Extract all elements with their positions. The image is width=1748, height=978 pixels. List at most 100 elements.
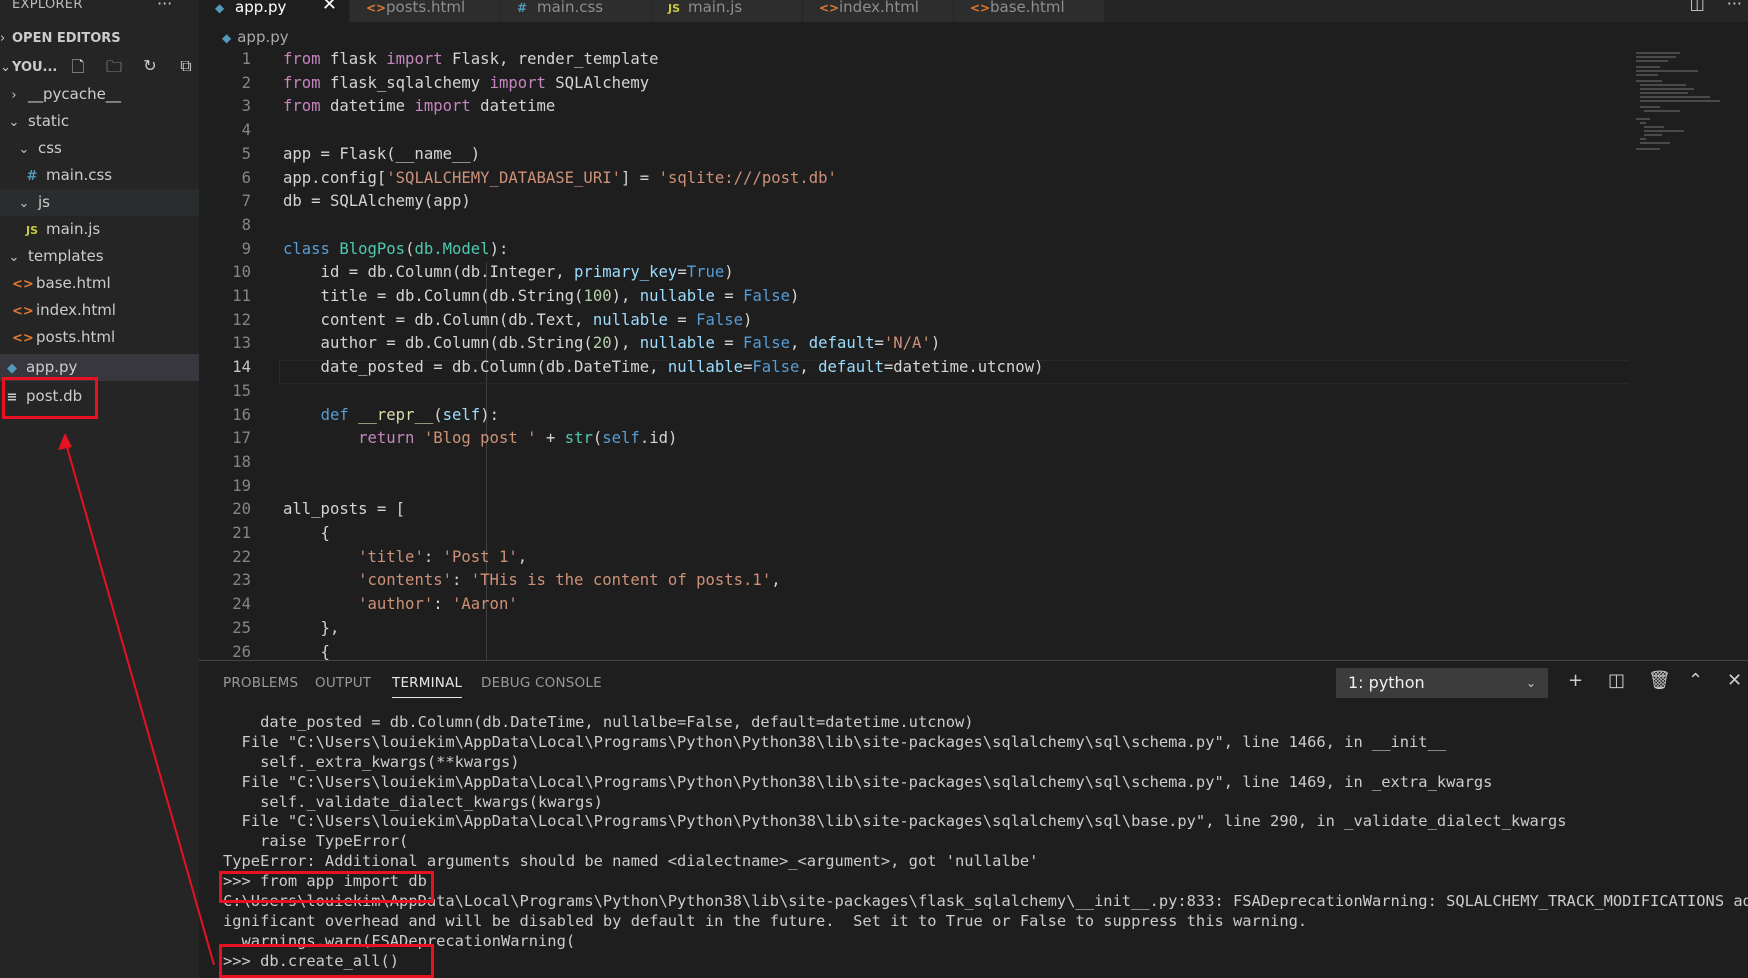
line-number: 5 xyxy=(241,144,251,163)
tab-terminal[interactable]: TERMINAL xyxy=(392,675,463,698)
refresh-icon[interactable]: ↻ xyxy=(140,56,160,83)
html-file-icon: <> xyxy=(970,1,991,15)
tree-item-js[interactable]: ⌄ js xyxy=(0,189,199,216)
terminal-line: File "C:\Users\louiekim\AppData\Local\Pr… xyxy=(223,772,1493,791)
code-line: 26 { xyxy=(199,641,1629,661)
code-line: 5 app = Flask(__name__) xyxy=(199,143,1629,167)
close-panel-icon[interactable]: ✕ xyxy=(1727,670,1742,691)
line-number: 21 xyxy=(232,524,251,542)
line-number: 26 xyxy=(232,642,251,661)
code-line: 20 all_posts = [ xyxy=(199,498,1629,522)
line-number: 7 xyxy=(241,192,251,211)
tab-label: base.html xyxy=(990,0,1065,16)
minimap-line xyxy=(1640,106,1660,108)
breadcrumb[interactable]: ◆ app.py xyxy=(222,28,289,46)
line-number: 3 xyxy=(241,97,251,116)
js-file-icon: JS xyxy=(25,224,38,237)
tab-main-css[interactable]: # main.css xyxy=(501,0,651,22)
explorer-sidebar: EXPLORER ··· › OPEN EDITORS ⌄YOU... 🗋 🗀 ↻… xyxy=(0,0,199,978)
tree-item-label: app.py xyxy=(26,358,78,376)
chevron-down-icon: ⌄ xyxy=(1525,676,1536,690)
tab-index-html[interactable]: <>index.html xyxy=(803,0,953,22)
tree-item-label: posts.html xyxy=(36,328,116,346)
line-number: 12 xyxy=(232,310,251,329)
tree-item-main-js[interactable]: JS main.js xyxy=(0,216,199,243)
tree-item-pycache[interactable]: › __pycache__ xyxy=(0,81,199,108)
tab-label: main.css xyxy=(537,0,604,16)
open-editors-label: OPEN EDITORS xyxy=(12,31,121,46)
code-line: 15 xyxy=(199,380,1629,404)
terminal-select-value: 1: python xyxy=(1348,673,1425,692)
html-file-icon: <> xyxy=(819,1,840,15)
html-file-icon: <> xyxy=(12,331,34,346)
minimap[interactable] xyxy=(1636,48,1736,158)
tree-item-main-css[interactable]: # main.css xyxy=(0,162,199,189)
chevron-right-icon: › xyxy=(0,31,6,46)
minimap-line xyxy=(1644,130,1684,132)
open-editors-section[interactable]: › OPEN EDITORS xyxy=(0,27,199,51)
line-number: 25 xyxy=(232,618,251,637)
tree-item-templates[interactable]: ⌄ templates xyxy=(0,243,199,270)
new-file-icon[interactable]: 🗋 xyxy=(68,56,88,83)
tab-label: index.html xyxy=(839,0,919,16)
split-editor-icon[interactable]: ◫ xyxy=(1690,0,1705,13)
tab-label: app.py xyxy=(235,0,287,16)
minimap-line xyxy=(1636,66,1660,68)
tab-base-html[interactable]: <>base.html xyxy=(954,0,1104,22)
tab-main-js[interactable]: JS main.js xyxy=(652,0,802,22)
tab-posts-html[interactable]: <>posts.html xyxy=(350,0,500,22)
terminal-line: date_posted = db.Column(db.DateTime, nul… xyxy=(223,713,974,731)
tree-item-posts-html[interactable]: <> posts.html xyxy=(0,324,199,351)
line-number: 20 xyxy=(232,500,251,519)
tree-item-static[interactable]: ⌄ static xyxy=(0,108,199,135)
minimap-line xyxy=(1636,80,1662,82)
terminal-output[interactable]: date_posted = db.Column(db.DateTime, nul… xyxy=(223,713,1748,972)
tree-item-index-html[interactable]: <> index.html xyxy=(0,297,199,324)
chevron-down-icon: ⌄ xyxy=(18,142,30,157)
line-number: 22 xyxy=(232,547,251,566)
terminal-select[interactable]: 1: python ⌄ xyxy=(1336,668,1548,698)
split-terminal-icon[interactable]: ◫ xyxy=(1608,670,1625,691)
annotation-box-create-all xyxy=(219,944,434,978)
line-number: 8 xyxy=(241,215,251,234)
new-folder-icon[interactable]: 🗀 xyxy=(104,56,124,83)
tab-problems[interactable]: PROBLEMS xyxy=(223,675,298,691)
code-line: 23 'contents': 'THis is the content of p… xyxy=(199,569,1629,593)
minimap-line xyxy=(1636,118,1650,120)
tree-item-css[interactable]: ⌄ css xyxy=(0,135,199,162)
annotation-box-import xyxy=(219,871,434,903)
more-actions-icon[interactable]: ··· xyxy=(157,0,172,13)
tree-item-base-html[interactable]: <> base.html xyxy=(0,270,199,297)
js-file-icon: JS xyxy=(668,2,681,15)
minimap-line xyxy=(1640,122,1646,124)
close-icon[interactable]: ✕ xyxy=(322,0,337,14)
code-line: 24 'author': 'Aaron' xyxy=(199,593,1629,617)
html-file-icon: <> xyxy=(12,304,34,319)
chevron-down-icon: ⌄ xyxy=(8,250,20,265)
code-line: 21 { xyxy=(199,522,1629,546)
html-file-icon: <> xyxy=(12,277,34,292)
line-number: 1 xyxy=(241,50,251,68)
code-line: 19 xyxy=(199,475,1629,499)
tab-app-py[interactable]: ◆ app.py ✕ xyxy=(199,0,349,22)
line-number: 9 xyxy=(241,239,251,258)
minimap-line xyxy=(1640,88,1694,90)
tree-item-label: base.html xyxy=(36,274,111,292)
line-number: 10 xyxy=(232,263,251,282)
editor-actions: ◫ ··· xyxy=(1690,0,1748,13)
tab-label: main.js xyxy=(688,0,743,16)
tab-output[interactable]: OUTPUT xyxy=(315,675,371,691)
more-actions-icon[interactable]: ··· xyxy=(1727,0,1742,13)
maximize-panel-icon[interactable]: ⌃ xyxy=(1688,670,1703,691)
minimap-line xyxy=(1636,70,1698,72)
trash-icon[interactable]: 🗑 xyxy=(1648,670,1671,691)
explorer-title: EXPLORER xyxy=(12,0,83,12)
code-editor[interactable]: 1 from flask import Flask, render_templat… xyxy=(199,48,1629,660)
new-terminal-icon[interactable]: + xyxy=(1568,670,1583,691)
tab-debug-console[interactable]: DEBUG CONSOLE xyxy=(481,675,602,691)
tree-item-label: static xyxy=(28,112,70,130)
minimap-line xyxy=(1644,110,1680,112)
editor-tab-bar: ◆ app.py ✕ <>posts.html # main.css JS main.… xyxy=(199,0,1748,22)
collapse-all-icon[interactable]: ⧉ xyxy=(176,56,196,83)
line-number: 18 xyxy=(232,452,251,471)
